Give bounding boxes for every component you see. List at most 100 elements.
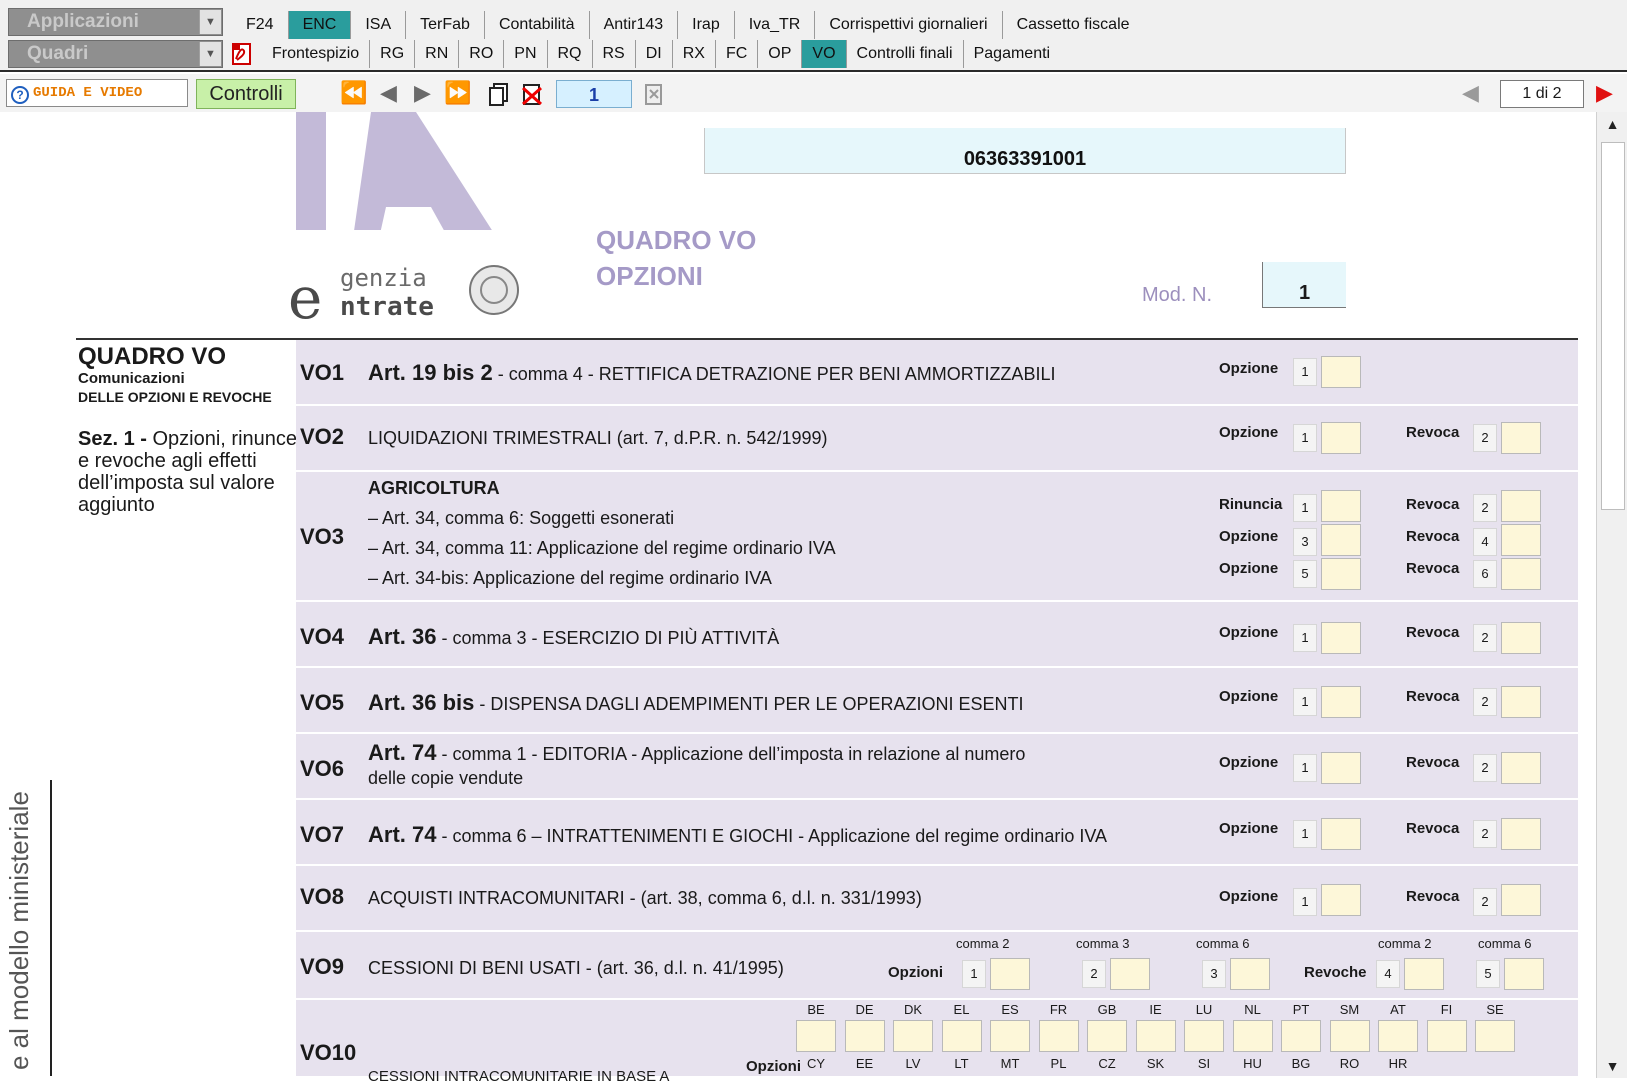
tab-quadro-vo[interactable]: VO [802, 40, 847, 68]
vo10-country-input[interactable] [941, 1020, 982, 1052]
vo3-opzione-input-5[interactable] [1321, 558, 1361, 590]
vo3-revoca-input-4[interactable] [1501, 524, 1541, 556]
country-code-label: CY [806, 1056, 826, 1071]
vo5-opzione-input[interactable] [1321, 686, 1361, 718]
tab-quadro-rs[interactable]: RS [593, 40, 636, 68]
vo5-revoca-input[interactable] [1501, 686, 1541, 718]
mod-n-label: Mod. N. [1142, 284, 1213, 306]
tab-irap[interactable]: Irap [678, 11, 735, 39]
tab-quadro-rg[interactable]: RG [370, 40, 416, 68]
page-number-input[interactable]: 1 [556, 80, 632, 108]
tab-quadro-rx[interactable]: RX [673, 40, 716, 68]
controlli-button[interactable]: Controlli [196, 79, 296, 109]
vo10-country-input[interactable] [844, 1020, 885, 1052]
vo10-country-input[interactable] [1475, 1020, 1515, 1052]
row-vo9: VO9 CESSIONI DI BENI USATI - (art. 36, d… [296, 932, 1578, 1000]
vo4-opzione-input[interactable] [1321, 622, 1361, 654]
previous-page-icon[interactable]: ◀ [380, 82, 397, 106]
tab-quadro-op[interactable]: OP [758, 40, 803, 68]
vo9-input-1[interactable] [990, 958, 1030, 990]
tab-quadro-pn[interactable]: PN [504, 40, 548, 68]
tab-iva-tr[interactable]: Iva_TR [735, 11, 816, 39]
row-code: VO2 [300, 424, 345, 449]
vo6-opzione-input[interactable] [1321, 752, 1361, 784]
new-page-icon[interactable] [488, 82, 510, 106]
vo10-country-input[interactable] [1038, 1020, 1079, 1052]
comma-label: comma 3 [1076, 936, 1130, 951]
row-code: VO9 [300, 954, 345, 979]
print-icon[interactable] [642, 82, 666, 106]
agenzia-entrate-wordmark: e genzia ntrate [286, 258, 526, 332]
vertical-scrollbar[interactable]: ▲ ▼ [1596, 112, 1627, 1078]
vo10-country-input[interactable] [1329, 1020, 1370, 1052]
tab-quadro-di[interactable]: DI [636, 40, 673, 68]
tab-quadro-rn[interactable]: RN [415, 40, 460, 68]
vo3-rinuncia-input[interactable] [1321, 490, 1361, 522]
vo9-input-4[interactable] [1404, 958, 1444, 990]
tab-quadro-frontespizio[interactable]: Frontespizio [262, 40, 371, 68]
vo3-opzione-input-3[interactable] [1321, 524, 1361, 556]
next-module-icon[interactable]: ▶ [1596, 82, 1613, 106]
tab-terfab[interactable]: TerFab [406, 11, 485, 39]
tab-quadro-controlli-finali[interactable]: Controlli finali [847, 40, 964, 68]
quadri-combo[interactable]: Quadri ▼ [8, 40, 223, 68]
vo8-revoca-input[interactable] [1501, 884, 1541, 916]
applicazioni-combo[interactable]: Applicazioni ▼ [8, 8, 223, 36]
vo10-country-input[interactable] [1135, 1020, 1176, 1052]
vo9-input-5[interactable] [1504, 958, 1544, 990]
vo10-country-input[interactable] [990, 1020, 1030, 1052]
logo-word-entrate: ntrate [340, 292, 434, 322]
tab-f24[interactable]: F24 [232, 11, 289, 39]
row-code: VO7 [300, 822, 345, 847]
vo2-revoca-input[interactable] [1501, 422, 1541, 454]
tab-isa[interactable]: ISA [351, 11, 407, 39]
vo2-opzione-input[interactable] [1321, 422, 1361, 454]
scroll-thumb[interactable] [1601, 142, 1625, 510]
vo10-country-input[interactable] [893, 1020, 933, 1052]
vo9-input-3[interactable] [1230, 958, 1270, 990]
pdf-icon[interactable] [230, 42, 254, 66]
vo10-country-input[interactable] [1087, 1020, 1127, 1052]
vo10-country-input[interactable] [1426, 1020, 1467, 1052]
scroll-up-icon[interactable]: ▲ [1597, 112, 1627, 136]
vo10-country-input[interactable] [1184, 1020, 1224, 1052]
vo1-opzione-input[interactable] [1321, 356, 1361, 388]
row-text: LIQUIDAZIONI TRIMESTRALI (art. 7, d.P.R.… [368, 428, 828, 448]
vo10-country-input[interactable] [1232, 1020, 1273, 1052]
vo8-opzione-input[interactable] [1321, 884, 1361, 916]
delete-page-icon[interactable] [520, 82, 544, 106]
vo6-revoca-input[interactable] [1501, 752, 1541, 784]
tab-contabilit-[interactable]: Contabilità [485, 11, 590, 39]
row-text: CESSIONI INTRACOMUNITARIE IN BASE A [368, 1068, 670, 1085]
row-text: CESSIONI DI BENI USATI - (art. 36, d.l. … [368, 958, 784, 978]
vo4-revoca-input[interactable] [1501, 622, 1541, 654]
vo10-country-input[interactable] [1378, 1020, 1418, 1052]
first-page-icon[interactable]: ⏪ [340, 82, 367, 106]
vo7-revoca-input[interactable] [1501, 818, 1541, 850]
vo3-revoca-input-6[interactable] [1501, 558, 1541, 590]
mod-n-field[interactable]: 1 [1262, 262, 1346, 308]
vo3-revoca-input-1[interactable] [1501, 490, 1541, 522]
chevron-down-icon[interactable]: ▼ [199, 10, 221, 34]
tab-quadro-pagamenti[interactable]: Pagamenti [964, 40, 1061, 68]
vo10-country-input[interactable] [1281, 1020, 1321, 1052]
tab-quadro-ro[interactable]: RO [459, 40, 505, 68]
vo9-input-2[interactable] [1110, 958, 1150, 990]
tab-quadro-fc[interactable]: FC [716, 40, 759, 68]
scroll-down-icon[interactable]: ▼ [1597, 1054, 1627, 1078]
chevron-down-icon[interactable]: ▼ [199, 42, 221, 66]
mod-n-value: 1 [1298, 282, 1311, 304]
guida-video-button[interactable]: ? GUIDA E VIDEO [6, 79, 188, 107]
tab-corrispettivi-giornalieri[interactable]: Corrispettivi giornalieri [815, 11, 1003, 39]
vo7-opzione-input[interactable] [1321, 818, 1361, 850]
last-page-icon[interactable]: ⏩ [444, 82, 471, 106]
prev-module-icon[interactable]: ◀ [1462, 82, 1479, 106]
tab-cassetto-fiscale[interactable]: Cassetto fiscale [1003, 11, 1144, 39]
tab-antir143[interactable]: Antir143 [590, 11, 679, 39]
quadro-heading-line1: QUADRO VO [596, 225, 757, 255]
tab-quadro-rq[interactable]: RQ [548, 40, 593, 68]
next-page-icon[interactable]: ▶ [414, 82, 431, 106]
country-code-label: SM [1339, 1002, 1360, 1017]
vo10-country-input[interactable] [796, 1020, 836, 1052]
tab-enc[interactable]: ENC [288, 11, 352, 39]
